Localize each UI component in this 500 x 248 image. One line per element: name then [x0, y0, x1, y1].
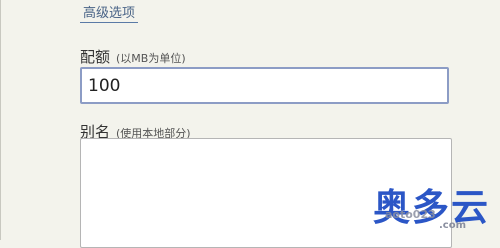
quota-label-text: 配额 — [80, 48, 111, 66]
advanced-options-link[interactable]: 高级选项 — [80, 0, 139, 23]
watermark-small-text: aoto023 — [385, 208, 436, 221]
left-border — [0, 0, 1, 240]
watermark-domain-text: .com — [439, 220, 467, 231]
quota-label: 配额 (以MB为单位) — [80, 46, 186, 67]
quota-unit-hint: (以MB为单位) — [116, 52, 186, 65]
watermark-logo: 奥多云 aoto023 .com — [373, 186, 498, 238]
quota-input[interactable] — [80, 67, 449, 104]
